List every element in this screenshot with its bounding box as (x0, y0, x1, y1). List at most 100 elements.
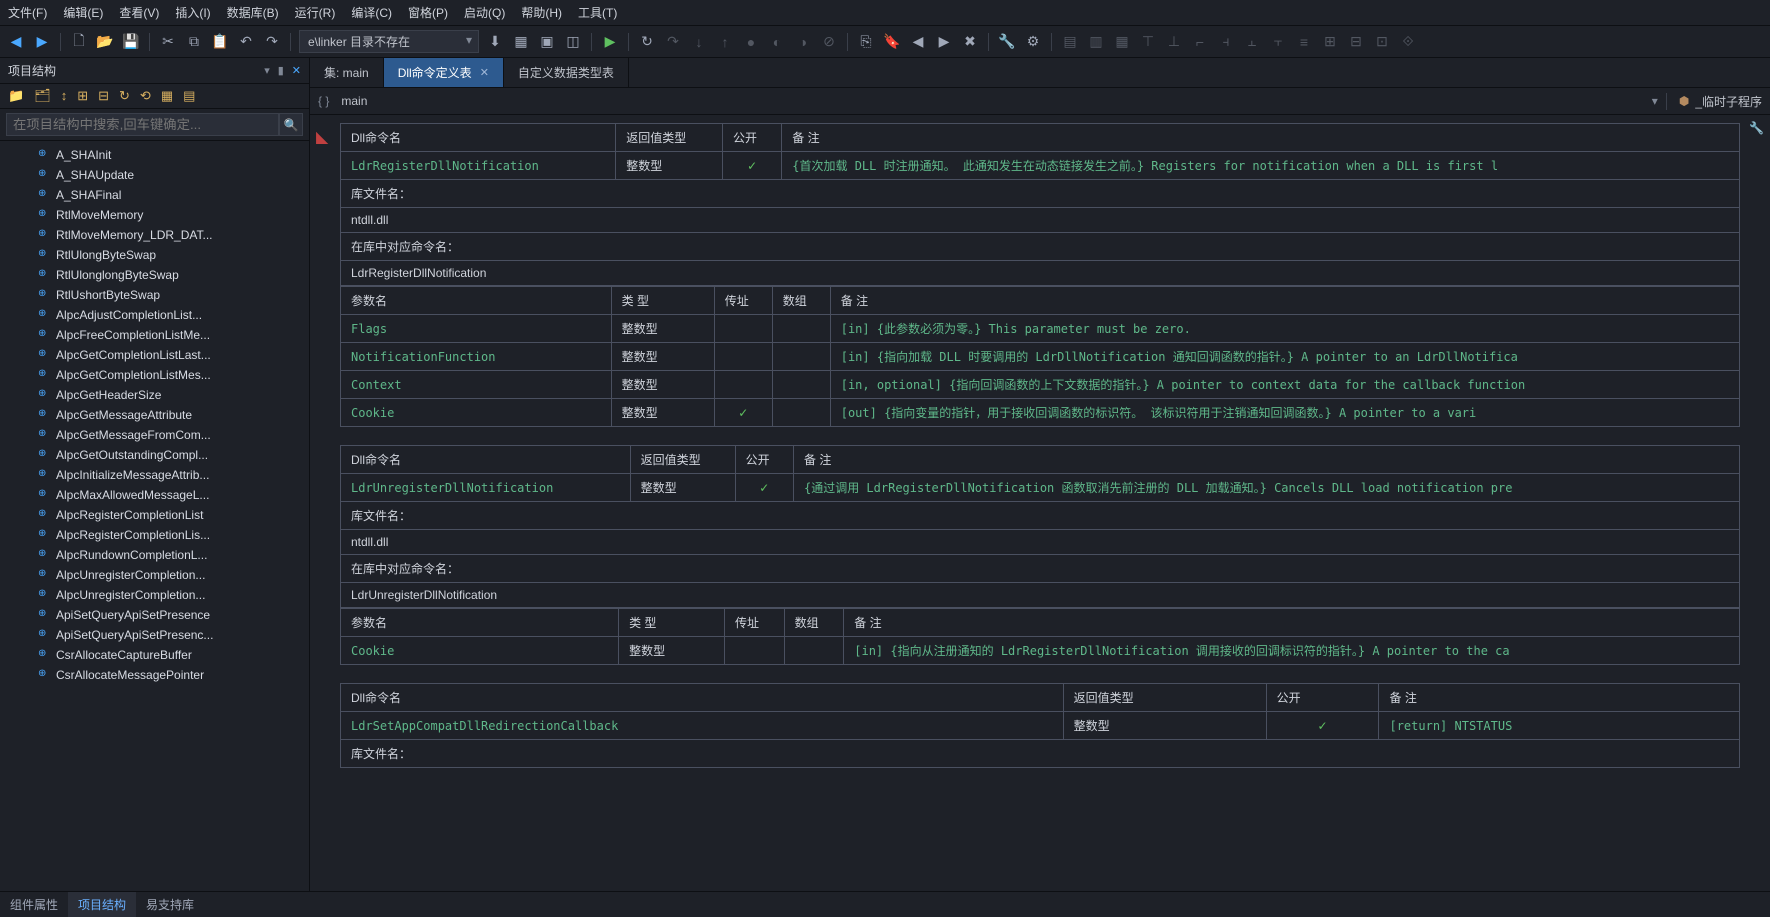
tree-item[interactable]: RtlMoveMemory_LDR_DAT... (0, 225, 309, 245)
save-icon[interactable]: 💾 (121, 32, 141, 52)
align-icon-10[interactable]: ≡ (1294, 32, 1314, 52)
editor-tab[interactable]: Dll命令定义表✕ (384, 58, 504, 87)
cell-array[interactable] (784, 637, 844, 665)
align-icon-6[interactable]: ⌐ (1190, 32, 1210, 52)
editor-tab[interactable]: 集: main (310, 58, 384, 87)
bottom-tab[interactable]: 组件属性 (0, 892, 68, 917)
tree-item[interactable]: RtlUshortByteSwap (0, 285, 309, 305)
cell-by-addr[interactable] (714, 371, 772, 399)
bookmark-prev-icon[interactable]: ◀ (908, 32, 928, 52)
align-icon-11[interactable]: ⊞ (1320, 32, 1340, 52)
editor-tool-icon[interactable]: 🔧 (1749, 121, 1764, 135)
panel-tool-2[interactable]: 🗂 (34, 88, 51, 104)
cell-param-type[interactable]: 整数型 (611, 343, 714, 371)
search-button[interactable]: 🔍 (279, 113, 303, 136)
align-icon-8[interactable]: ⫠ (1242, 32, 1262, 52)
align-icon-4[interactable]: ⊤ (1138, 32, 1158, 52)
row-lib-symbol[interactable]: LdrRegisterDllNotification (341, 261, 1740, 286)
panel-dropdown-icon[interactable]: ▾ (264, 64, 270, 77)
toolbar-icon-4[interactable]: ◫ (563, 32, 583, 52)
align-icon-13[interactable]: ⊡ (1372, 32, 1392, 52)
bookmark-clear-icon[interactable]: ✖ (960, 32, 980, 52)
menu-item[interactable]: 文件(F) (8, 4, 47, 21)
cell-param-name[interactable]: Context (341, 371, 612, 399)
row-lib-file[interactable]: ntdll.dll (341, 530, 1740, 555)
bookmark-toggle-icon[interactable]: ⎘ (856, 32, 876, 52)
tree-item[interactable]: A_SHAUpdate (0, 165, 309, 185)
step-over-icon[interactable]: ↷ (663, 32, 683, 52)
cell-array[interactable] (772, 315, 830, 343)
cell-param-remark[interactable]: [in, optional] {指向回调函数的上下文数据的指针。} A poin… (830, 371, 1739, 399)
bookmark-next-icon[interactable]: ▶ (934, 32, 954, 52)
tree-item[interactable]: AlpcFreeCompletionListMe... (0, 325, 309, 345)
cell-remark[interactable]: [return] NTSTATUS (1379, 712, 1740, 740)
align-icon-12[interactable]: ⊟ (1346, 32, 1366, 52)
cell-public[interactable]: ✓ (735, 474, 793, 502)
cell-param-remark[interactable]: [in] {指向加载 DLL 时要调用的 LdrDllNotification … (830, 343, 1739, 371)
panel-tool-3[interactable]: ↕ (61, 88, 68, 104)
panel-tool-1[interactable]: 📁 (8, 88, 24, 104)
tree-item[interactable]: AlpcMaxAllowedMessageL... (0, 485, 309, 505)
cell-param-name[interactable]: Cookie (341, 637, 619, 665)
toolbar-icon-2[interactable]: ▦ (511, 32, 531, 52)
cell-param-type[interactable]: 整数型 (611, 399, 714, 427)
cell-param-type[interactable]: 整数型 (611, 371, 714, 399)
menu-item[interactable]: 数据库(B) (227, 4, 279, 21)
cell-by-addr[interactable] (714, 315, 772, 343)
copy-icon[interactable]: ⧉ (184, 32, 204, 52)
cell-param-remark[interactable]: [out] {指向变量的指针，用于接收回调函数的标识符。 该标识符用于注销通知回… (830, 399, 1739, 427)
align-icon-2[interactable]: ▥ (1086, 32, 1106, 52)
cell-public[interactable]: ✓ (722, 152, 781, 180)
tree-item[interactable]: AlpcUnregisterCompletion... (0, 585, 309, 605)
menu-item[interactable]: 插入(I) (175, 4, 210, 21)
align-icon-1[interactable]: ▤ (1060, 32, 1080, 52)
cell-cmd-name[interactable]: LdrUnregisterDllNotification (341, 474, 631, 502)
bottom-tab[interactable]: 项目结构 (68, 892, 136, 917)
cell-param-remark[interactable]: [in] {此参数必须为零。} This parameter must be z… (830, 315, 1739, 343)
debug-icon-2[interactable]: ◑ (793, 32, 813, 52)
wrench-icon[interactable]: 🔧 (997, 32, 1017, 52)
run-icon[interactable]: ▶ (600, 32, 620, 52)
tree-item[interactable]: AlpcRundownCompletionL... (0, 545, 309, 565)
tree-item[interactable]: AlpcGetHeaderSize (0, 385, 309, 405)
menu-item[interactable]: 帮助(H) (521, 4, 562, 21)
toolbar-icon-1[interactable]: ⬇ (485, 32, 505, 52)
gear-icon[interactable]: ⚙ (1023, 32, 1043, 52)
breadcrumb-left[interactable]: main (335, 92, 1645, 110)
tree-item[interactable]: AlpcUnregisterCompletion... (0, 565, 309, 585)
debug-icon-1[interactable]: ◐ (767, 32, 787, 52)
cut-icon[interactable]: ✂ (158, 32, 178, 52)
tree-item[interactable]: AlpcGetMessageFromCom... (0, 425, 309, 445)
menu-item[interactable]: 工具(T) (578, 4, 617, 21)
step-into-icon[interactable]: ↓ (689, 32, 709, 52)
tree-item[interactable]: AlpcGetOutstandingCompl... (0, 445, 309, 465)
bottom-tab[interactable]: 易支持库 (136, 892, 204, 917)
panel-pin-icon[interactable]: ▮ (278, 64, 284, 77)
step-out-icon[interactable]: ↑ (715, 32, 735, 52)
cell-remark[interactable]: {首次加载 DLL 时注册通知。 此通知发生在动态链接发生之前。} Regist… (782, 152, 1740, 180)
cell-param-name[interactable]: Cookie (341, 399, 612, 427)
paste-icon[interactable]: 📋 (210, 32, 230, 52)
cell-array[interactable] (772, 343, 830, 371)
cell-param-type[interactable]: 整数型 (619, 637, 725, 665)
cell-ret-type[interactable]: 整数型 (630, 474, 735, 502)
redo-icon[interactable]: ↷ (262, 32, 282, 52)
tree-item[interactable]: AlpcGetMessageAttribute (0, 405, 309, 425)
cell-param-remark[interactable]: [in] {指向从注册通知的 LdrRegisterDllNotificatio… (844, 637, 1740, 665)
tree-item[interactable]: AlpcRegisterCompletionLis... (0, 525, 309, 545)
cell-ret-type[interactable]: 整数型 (1063, 712, 1266, 740)
cell-public[interactable]: ✓ (1266, 712, 1379, 740)
tree-item[interactable]: AlpcInitializeMessageAttrib... (0, 465, 309, 485)
panel-tool-5[interactable]: ⊟ (98, 88, 109, 104)
menu-item[interactable]: 窗格(P) (408, 4, 448, 21)
cell-cmd-name[interactable]: LdrSetAppCompatDllRedirectionCallback (341, 712, 1064, 740)
row-lib-file[interactable]: ntdll.dll (341, 208, 1740, 233)
align-icon-5[interactable]: ⊥ (1164, 32, 1184, 52)
breadcrumb-right[interactable]: _临时子程序 (1695, 93, 1762, 110)
tree-item[interactable]: RtlMoveMemory (0, 205, 309, 225)
tree-item[interactable]: RtlUlonglongByteSwap (0, 265, 309, 285)
open-file-icon[interactable]: 📂 (95, 32, 115, 52)
panel-tool-9[interactable]: ▤ (183, 88, 195, 104)
tree-item[interactable]: ApiSetQueryApiSetPresence (0, 605, 309, 625)
cell-cmd-name[interactable]: LdrRegisterDllNotification (341, 152, 616, 180)
